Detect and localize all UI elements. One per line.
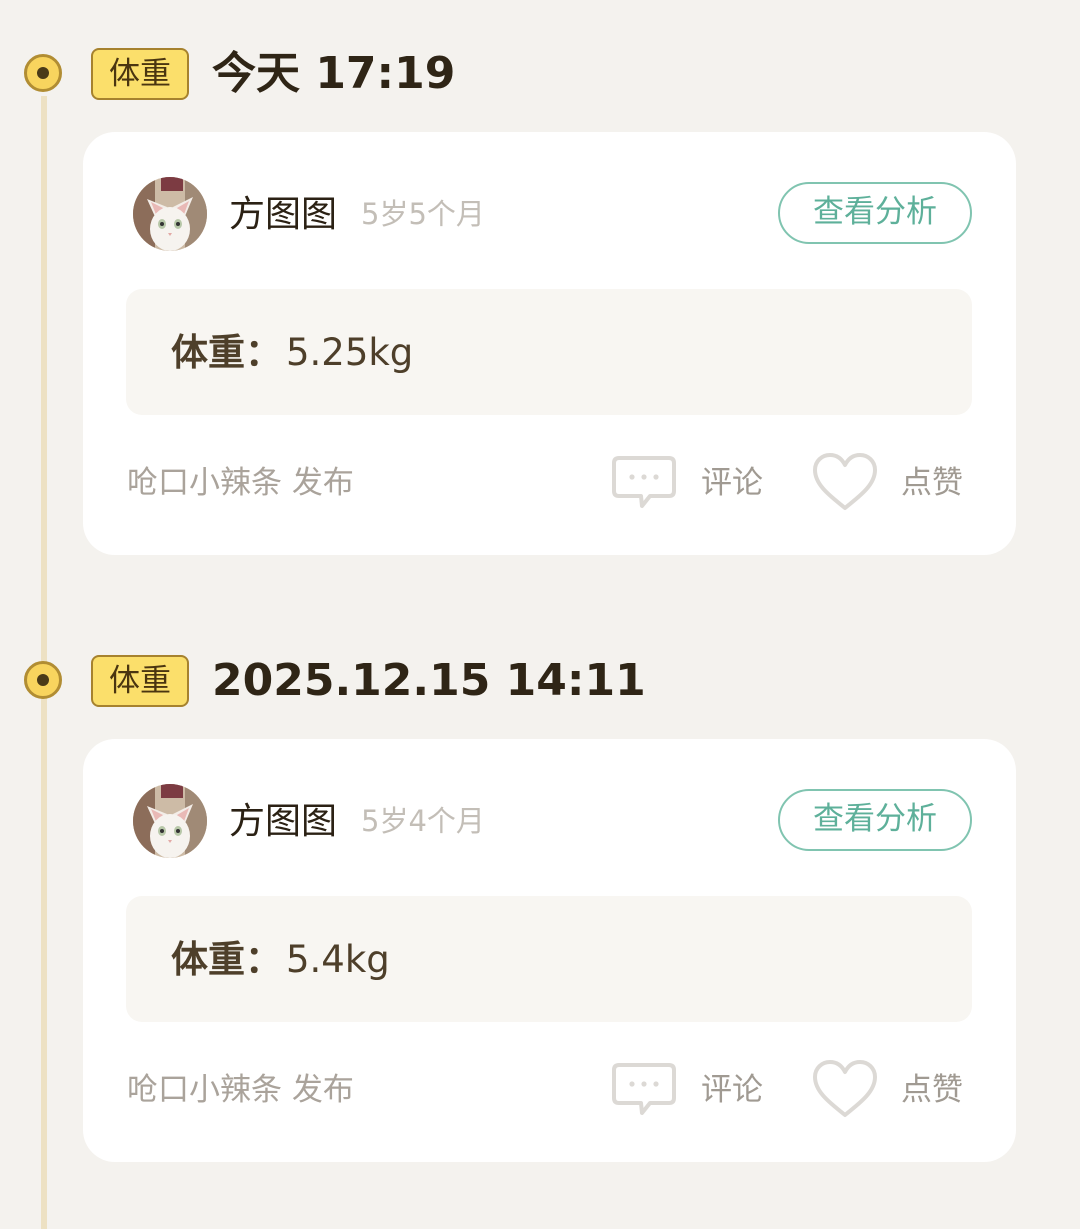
publisher-text: 呛口小辣条 发布	[127, 465, 354, 501]
record-label: 体重：	[171, 938, 282, 981]
view-analysis-button[interactable]: 查看分析	[778, 789, 972, 851]
publisher-text: 呛口小辣条 发布	[127, 1072, 354, 1108]
view-analysis-button[interactable]: 查看分析	[778, 182, 972, 244]
record-value: 5.25kg	[286, 331, 414, 374]
heart-icon[interactable]	[811, 452, 879, 514]
record-detail-box: 体重： 5.25kg	[126, 289, 972, 415]
pet-age: 5岁4个月	[361, 804, 485, 838]
cat-avatar[interactable]	[133, 784, 207, 858]
heart-icon[interactable]	[811, 1059, 879, 1121]
comment-icon[interactable]	[611, 454, 677, 512]
entry-time: 2025.12.15 14:11	[212, 655, 646, 706]
timeline-entry: 体重 2025.12.15 14:11 方图图 5岁4个月 查看分析 体重： 5…	[0, 607, 1080, 1167]
record-type-badge: 体重	[91, 655, 189, 707]
timeline-entry: 体重 今天 17:19 方图图 5岁5个月 查看分析 体重： 5.25kg 呛口…	[0, 0, 1080, 560]
record-card: 方图图 5岁5个月 查看分析 体重： 5.25kg 呛口小辣条 发布 评论 点赞	[83, 132, 1016, 555]
comment-button[interactable]: 评论	[701, 1069, 763, 1111]
pet-age: 5岁5个月	[361, 197, 485, 231]
record-card: 方图图 5岁4个月 查看分析 体重： 5.4kg 呛口小辣条 发布 评论 点赞	[83, 739, 1016, 1162]
like-button[interactable]: 点赞	[901, 1069, 963, 1111]
record-detail-box: 体重： 5.4kg	[126, 896, 972, 1022]
timeline-dot-icon	[24, 54, 62, 92]
like-button[interactable]: 点赞	[901, 462, 963, 504]
record-type-badge: 体重	[91, 48, 189, 100]
pet-name[interactable]: 方图图	[229, 192, 337, 238]
pet-name[interactable]: 方图图	[229, 799, 337, 845]
record-label: 体重：	[171, 331, 282, 374]
timeline-dot-icon	[24, 661, 62, 699]
entry-time: 今天 17:19	[212, 48, 456, 99]
cat-avatar[interactable]	[133, 177, 207, 251]
comment-icon[interactable]	[611, 1061, 677, 1119]
record-value: 5.4kg	[286, 938, 390, 981]
comment-button[interactable]: 评论	[701, 462, 763, 504]
